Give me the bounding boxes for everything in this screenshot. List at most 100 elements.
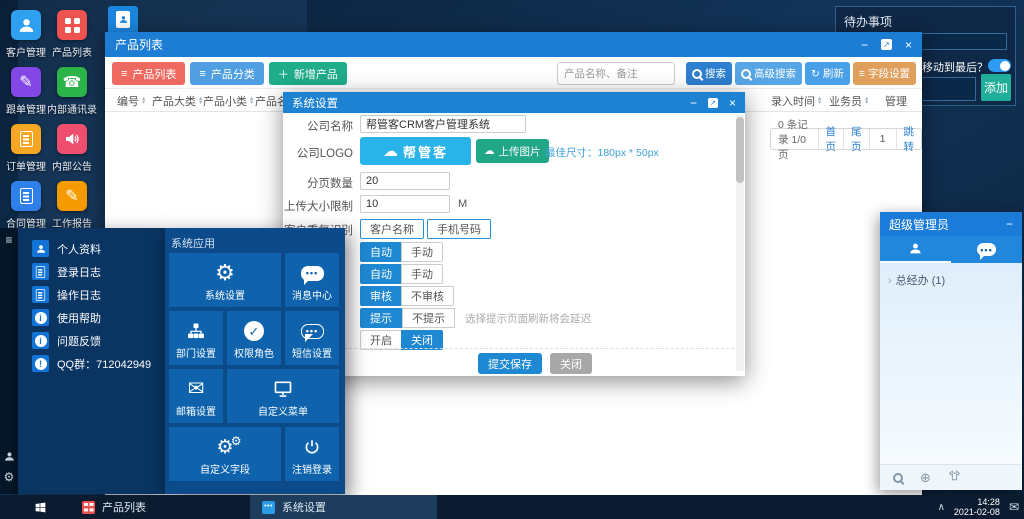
pagination: 0 条记录 1/0页 首页 尾页 跳转 [770, 128, 922, 150]
upload-image-button[interactable]: ☁上传图片 [476, 139, 549, 163]
move-completed-toggle[interactable] [988, 59, 1011, 72]
divider [289, 348, 739, 349]
tile-custom-fields[interactable]: ⚙⚙ 自定义字段 [169, 427, 281, 481]
jump-page-button[interactable]: 跳转 [896, 129, 922, 149]
taskbar-item-product-list[interactable]: 产品列表 [70, 495, 170, 519]
clock[interactable]: 14:28 2021-02-08 [954, 497, 1000, 517]
column-header-entry-time[interactable]: 录入时间▴▾ [771, 89, 821, 113]
product-category-button[interactable]: ≡产品分类 [190, 62, 263, 85]
tab-messages[interactable]: ••• [951, 236, 1022, 263]
scrollbar-thumb[interactable] [736, 117, 744, 183]
minimize-icon[interactable]: − [690, 97, 697, 109]
desktop-app-contacts[interactable]: ☎ 内部通讯录 [44, 67, 100, 116]
first-page-button[interactable]: 首页 [818, 129, 844, 149]
refresh-button[interactable]: ↻刷新 [805, 62, 850, 85]
close-icon[interactable]: × [729, 97, 736, 109]
column-header-id[interactable]: 编号▴▾ [117, 89, 145, 113]
option-review[interactable]: 审核 [360, 286, 402, 306]
last-page-button[interactable]: 尾页 [843, 129, 869, 149]
menu-item-feedback[interactable]: i 问题反馈 [18, 329, 165, 352]
gear-icon[interactable]: ⚙ [0, 470, 18, 484]
desktop-app-reports[interactable]: ✎ 工作报告 [44, 181, 100, 230]
menu-item-qq-group[interactable]: ! QQ群：712042949 [18, 352, 165, 375]
add-todo-button[interactable]: 添加 [981, 74, 1011, 101]
mail-tray-icon[interactable]: ✉ [1009, 500, 1019, 514]
info-icon: i [32, 309, 49, 326]
option-prompt[interactable]: 提示 [360, 308, 402, 328]
product-window-titlebar: 产品列表 − ↗ × [105, 32, 922, 57]
product-window-tab[interactable] [108, 6, 138, 32]
upload-limit-unit: M [458, 198, 467, 210]
contact-group[interactable]: ›总经办 (1) [880, 263, 1022, 297]
option-no-review[interactable]: 不审核 [401, 286, 454, 306]
maximize-icon[interactable]: ↗ [708, 98, 718, 108]
desktop-app-announcements[interactable]: 内部公告 [44, 124, 100, 173]
search-icon[interactable] [893, 473, 903, 483]
tile-sms-settings[interactable]: ••• 短信设置 [285, 311, 339, 365]
setting-toggle-row: 自动 手动 [360, 264, 443, 284]
contract-icon [11, 181, 41, 211]
option-manual[interactable]: 手动 [401, 264, 443, 284]
start-button[interactable] [20, 495, 60, 519]
option-disable[interactable]: 关闭 [401, 330, 443, 350]
search-icon [741, 69, 751, 79]
column-header-category[interactable]: 产品大类▴▾ [152, 89, 202, 113]
company-name-input[interactable] [360, 115, 526, 133]
submit-save-button[interactable]: 提交保存 [478, 353, 542, 374]
chat-panel-titlebar: 超级管理员 − [880, 212, 1022, 236]
user-icon[interactable] [0, 451, 18, 462]
tile-department-settings[interactable]: 部门设置 [169, 311, 223, 365]
page-size-input[interactable] [360, 172, 450, 190]
page-number-input[interactable] [872, 133, 894, 145]
menu-item-operation-log[interactable]: 操作日志 [18, 283, 165, 306]
add-product-button[interactable]: ＋新增产品 [269, 62, 347, 85]
report-icon: ✎ [57, 181, 87, 211]
close-button[interactable]: 关闭 [550, 353, 592, 374]
start-menu-list: 个人资料 登录日志 操作日志 i 使用帮助 i 问题反馈 ! QQ群：71204… [18, 228, 165, 494]
menu-item-help[interactable]: i 使用帮助 [18, 306, 165, 329]
column-header-salesperson[interactable]: 业务员▴▾ [829, 89, 868, 113]
power-icon [285, 433, 339, 461]
dedupe-by-phone-button[interactable]: 手机号码 [427, 219, 491, 239]
modal-scrollbar[interactable] [736, 115, 744, 371]
list-icon: ≡ [859, 68, 865, 80]
menu-item-profile[interactable]: 个人资料 [18, 237, 165, 260]
taskbar-item-system-settings[interactable]: ••• 系统设置 [250, 495, 437, 519]
tile-mail-settings[interactable]: ✉ 邮箱设置 [169, 369, 223, 423]
maximize-icon[interactable]: ↗ [881, 39, 892, 50]
upload-limit-input[interactable] [360, 195, 450, 213]
advanced-search-button[interactable]: 高级搜索 [735, 62, 802, 85]
option-no-prompt[interactable]: 不提示 [402, 308, 455, 328]
window-title: 产品列表 [115, 36, 163, 53]
tab-contacts[interactable] [880, 236, 951, 263]
person-icon [32, 240, 49, 257]
sort-icon: ▴▾ [142, 97, 145, 106]
tile-system-settings[interactable]: ⚙ 系统设置 [169, 253, 281, 307]
tile-logout[interactable]: 注销登录 [285, 427, 339, 481]
tile-permission-roles[interactable]: ✓ 权限角色 [227, 311, 281, 365]
tile-message-center[interactable]: ••• 消息中心 [285, 253, 339, 307]
option-manual[interactable]: 手动 [401, 242, 443, 262]
section-title: 系统应用 [171, 235, 215, 251]
search-input[interactable] [557, 62, 675, 85]
shirt-skin-icon[interactable] [948, 469, 961, 487]
option-auto[interactable]: 自动 [360, 264, 402, 284]
cloud-upload-icon: ☁ [484, 145, 495, 157]
add-icon[interactable]: ⊕ [920, 470, 931, 486]
menu-item-login-log[interactable]: 登录日志 [18, 260, 165, 283]
desktop-app-products[interactable]: 产品列表 [44, 10, 100, 59]
option-auto[interactable]: 自动 [360, 242, 402, 262]
product-list-button[interactable]: ≡产品列表 [112, 62, 185, 85]
plus-icon: ＋ [278, 66, 289, 82]
field-settings-button[interactable]: ≡字段设置 [853, 62, 916, 85]
hamburger-icon[interactable]: ≡ [0, 233, 18, 247]
dedupe-by-name-button[interactable]: 客户名称 [360, 219, 424, 239]
chevron-up-icon[interactable]: ∧ [938, 502, 945, 513]
search-button[interactable]: 搜索 [686, 62, 732, 85]
minimize-icon[interactable]: − [861, 39, 868, 51]
option-enable[interactable]: 开启 [360, 330, 402, 350]
tile-custom-menu[interactable]: 自定义菜单 [227, 369, 339, 423]
column-header-subcategory[interactable]: 产品小类▴▾ [203, 89, 253, 113]
close-icon[interactable]: × [905, 39, 912, 51]
minimize-icon[interactable]: − [1006, 218, 1013, 230]
